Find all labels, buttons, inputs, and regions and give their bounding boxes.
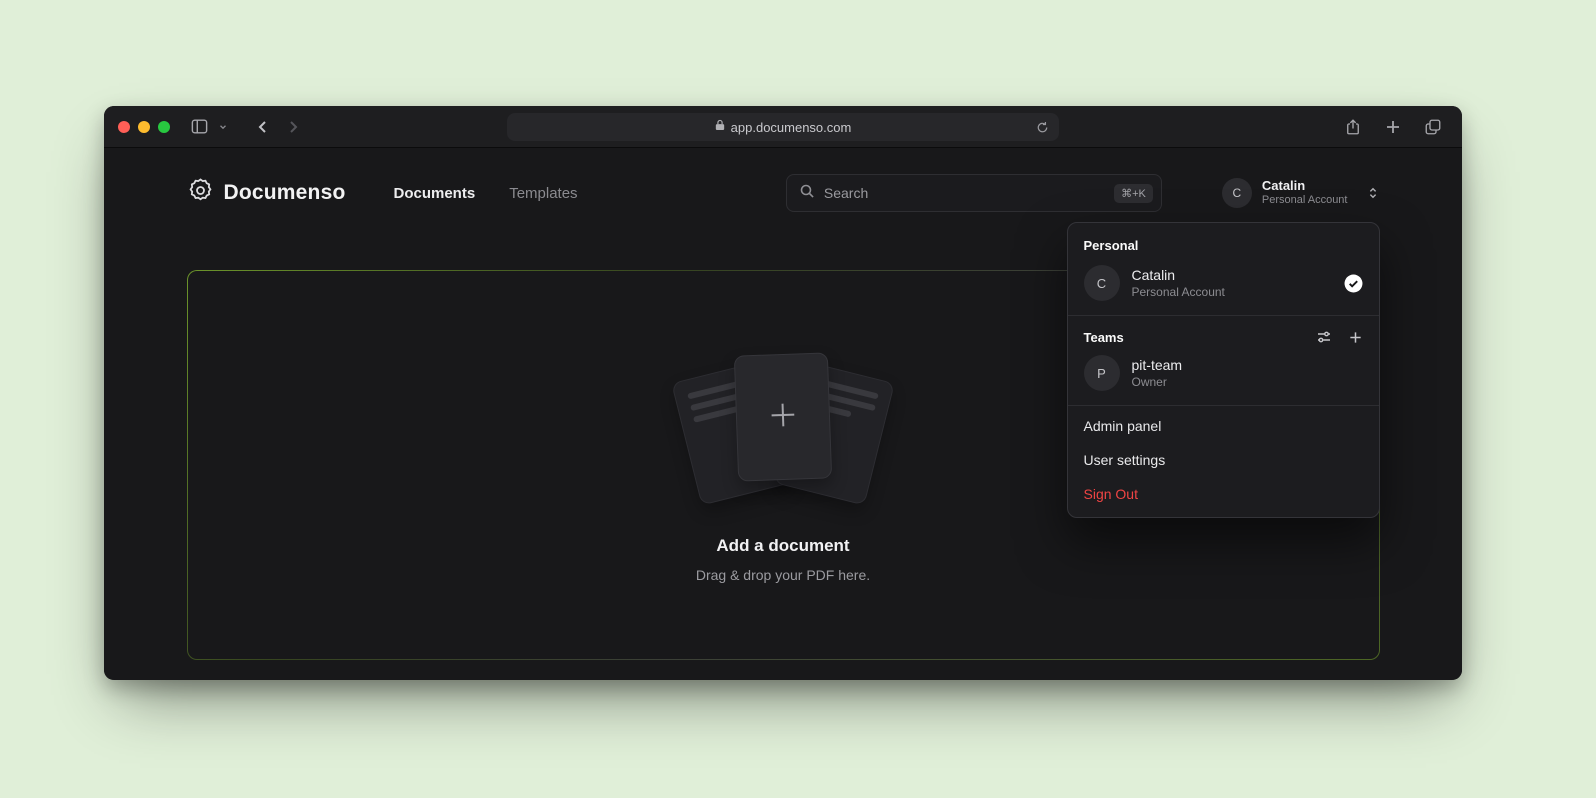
avatar: P	[1084, 355, 1120, 391]
menu-item-user-settings[interactable]: User settings	[1074, 443, 1373, 477]
create-team-plus-icon[interactable]	[1348, 329, 1363, 345]
search-input[interactable]	[824, 185, 1105, 201]
menu-team-text: pit-team Owner	[1132, 357, 1183, 389]
page-content: Documenso Documents Templates ⌘+	[104, 148, 1462, 679]
lock-icon	[715, 118, 725, 136]
minimize-window-button[interactable]	[138, 121, 150, 133]
account-chip-text: Catalin Personal Account	[1262, 178, 1348, 208]
add-plus-icon	[765, 396, 800, 436]
account-dropdown-menu: Personal C Catalin Personal Account	[1067, 222, 1380, 518]
documenso-seal-icon	[187, 177, 214, 209]
brand-logo[interactable]: Documenso	[187, 177, 346, 209]
tab-group-chevron-icon[interactable]	[214, 114, 232, 140]
close-window-button[interactable]	[118, 121, 130, 133]
browser-toolbar: app.documenso.com	[104, 106, 1462, 148]
avatar: C	[1222, 178, 1252, 208]
window-controls	[118, 121, 170, 133]
reload-icon[interactable]	[1033, 118, 1051, 136]
search-box[interactable]: ⌘+K	[786, 174, 1162, 212]
address-bar[interactable]: app.documenso.com	[507, 113, 1059, 141]
selected-check-icon	[1344, 274, 1363, 293]
menu-divider	[1068, 315, 1379, 316]
forward-button[interactable]	[278, 114, 308, 140]
menu-item-team[interactable]: P pit-team Owner	[1074, 350, 1373, 402]
account-name: Catalin	[1262, 178, 1348, 194]
manage-teams-icon[interactable]	[1316, 329, 1332, 345]
teams-actions	[1316, 329, 1363, 345]
toolbar-right-cluster	[1338, 114, 1448, 140]
nav-documents[interactable]: Documents	[394, 185, 476, 202]
menu-account-name: Catalin	[1132, 267, 1225, 283]
menu-account-text: Catalin Personal Account	[1132, 267, 1225, 299]
document-cards-illustration	[677, 348, 889, 506]
menu-team-name: pit-team	[1132, 357, 1183, 373]
browser-window: app.documenso.com	[104, 106, 1462, 680]
menu-item-personal-account[interactable]: C Catalin Personal Account	[1074, 260, 1373, 312]
menu-item-sign-out[interactable]: Sign Out	[1074, 477, 1373, 511]
back-button[interactable]	[248, 114, 278, 140]
tab-overview-icon[interactable]	[1418, 114, 1448, 140]
page-container: Documenso Documents Templates ⌘+	[187, 148, 1380, 679]
new-tab-plus-icon[interactable]	[1378, 114, 1408, 140]
dropzone-title: Add a document	[716, 536, 849, 556]
menu-team-subtitle: Owner	[1132, 375, 1183, 389]
document-card-front	[734, 352, 832, 481]
account-menu-trigger[interactable]: C Catalin Personal Account	[1222, 178, 1380, 208]
main-nav: Documents Templates	[394, 185, 578, 202]
avatar: C	[1084, 265, 1120, 301]
menu-divider	[1068, 405, 1379, 406]
app-header: Documenso Documents Templates ⌘+	[187, 148, 1380, 213]
menu-item-admin-panel[interactable]: Admin panel	[1074, 409, 1373, 443]
search-shortcut-badge: ⌘+K	[1114, 184, 1153, 203]
menu-account-subtitle: Personal Account	[1132, 285, 1225, 299]
nav-templates[interactable]: Templates	[509, 185, 577, 202]
menu-section-personal: Personal	[1074, 229, 1373, 260]
url-text: app.documenso.com	[731, 120, 852, 135]
sidebar-toggle-icon[interactable]	[184, 114, 214, 140]
search-icon	[799, 183, 815, 204]
menu-section-teams: Teams	[1074, 319, 1373, 350]
desktop-background: app.documenso.com	[0, 0, 1596, 798]
chevron-up-down-icon	[1366, 186, 1380, 200]
brand-name: Documenso	[224, 181, 346, 205]
zoom-window-button[interactable]	[158, 121, 170, 133]
account-subtitle: Personal Account	[1262, 194, 1348, 208]
teams-label: Teams	[1084, 330, 1124, 345]
dropzone-subtitle: Drag & drop your PDF here.	[696, 567, 870, 583]
share-icon[interactable]	[1338, 114, 1368, 140]
